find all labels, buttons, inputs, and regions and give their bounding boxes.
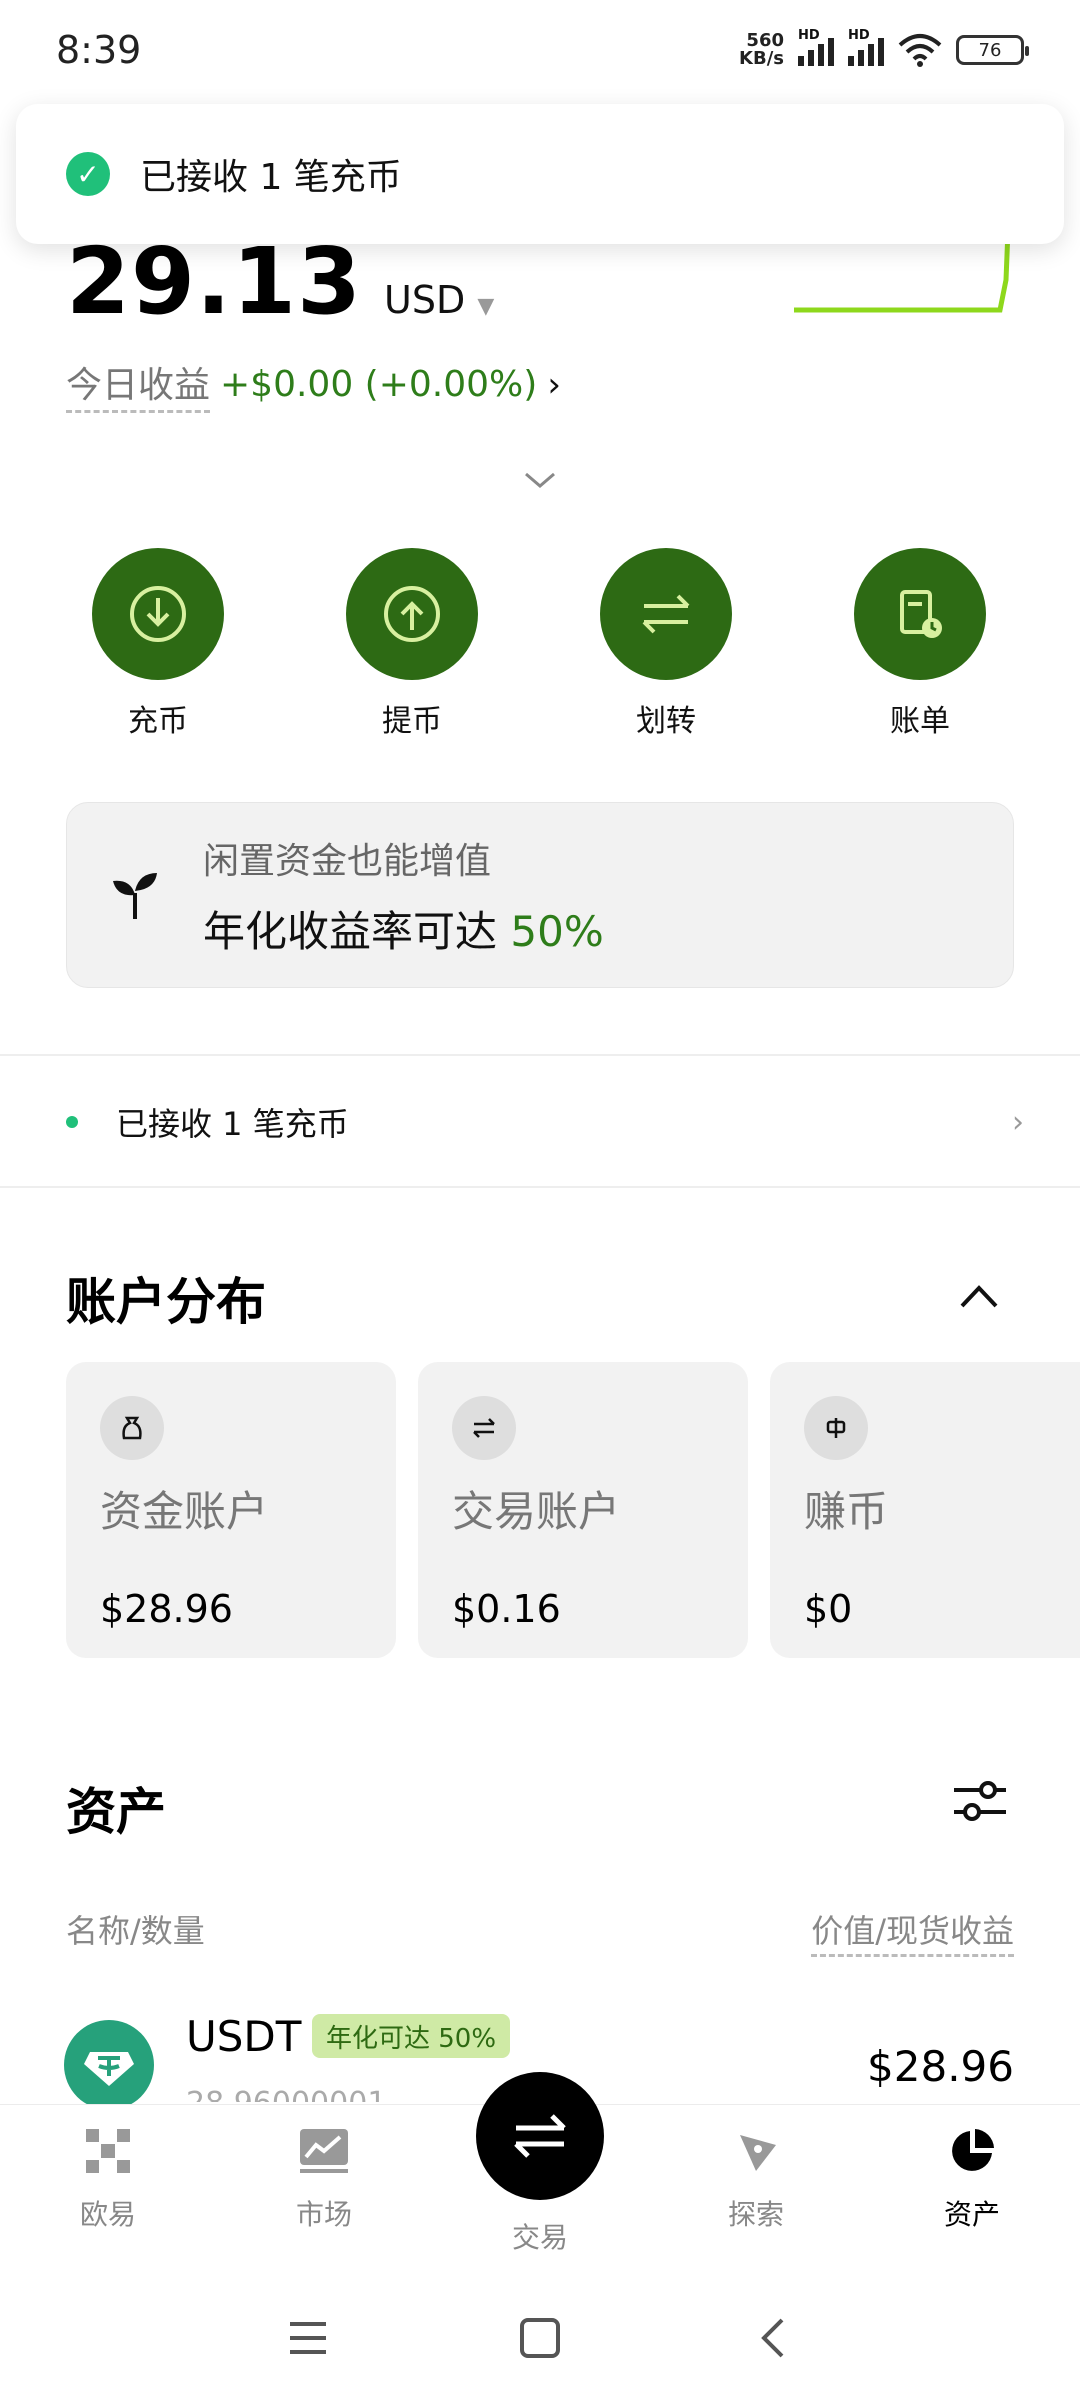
okx-logo-icon xyxy=(86,2129,130,2173)
withdraw-icon xyxy=(346,548,478,680)
wifi-icon xyxy=(898,34,942,67)
pie-chart-icon xyxy=(952,2129,994,2171)
deposit-button[interactable]: 充币 xyxy=(68,548,248,740)
expand-chevron-icon[interactable] xyxy=(522,468,558,492)
promo-line: 年化收益率可达 50% xyxy=(203,906,604,956)
asset-name[interactable]: USDT xyxy=(186,2012,301,2061)
compass-icon xyxy=(740,2135,776,2171)
nav-item-okx[interactable]: 欧易 xyxy=(38,2127,178,2233)
transfer-icon xyxy=(600,548,732,680)
back-icon[interactable] xyxy=(750,2314,798,2362)
deposit-notice-row[interactable]: 已接收 1 笔充币 › xyxy=(0,1056,1080,1188)
chevron-right-icon: › xyxy=(1012,1104,1024,1140)
account-distribution-title: 账户分布 xyxy=(66,1273,266,1331)
chevron-up-icon[interactable] xyxy=(958,1282,1000,1310)
bill-icon xyxy=(854,548,986,680)
status-dot xyxy=(66,1116,78,1128)
signal-icon: HD xyxy=(798,28,834,66)
swap-icon xyxy=(452,1396,516,1460)
trade-swap-icon xyxy=(514,2114,566,2158)
deposit-icon xyxy=(92,548,224,680)
nav-item-trade[interactable] xyxy=(476,2072,604,2200)
filter-sliders-icon[interactable] xyxy=(950,1776,1010,1826)
asset-quantity: 28.96000001 xyxy=(186,2086,386,2102)
account-card-trading[interactable]: 交易账户 $0.16 xyxy=(418,1362,748,1658)
wallet-icon xyxy=(100,1396,164,1460)
currency-selector[interactable]: USD ▼ xyxy=(384,278,494,322)
withdraw-button[interactable]: 提币 xyxy=(322,548,502,740)
check-circle-icon: ✓ xyxy=(66,152,110,196)
account-card-funding[interactable]: 资金账户 $28.96 xyxy=(66,1362,396,1658)
earn-promo-banner[interactable]: 闲置资金也能增值 年化收益率可达 50% xyxy=(66,802,1014,988)
caret-down-icon: ▼ xyxy=(477,294,495,319)
signal-icon-2: HD xyxy=(848,28,884,66)
menu-icon[interactable] xyxy=(284,2314,332,2362)
earn-icon xyxy=(804,1396,868,1460)
column-header-name-quantity: 名称/数量 xyxy=(66,1912,205,1950)
sprout-icon xyxy=(113,873,157,919)
today-earnings-label: 今日收益 xyxy=(66,356,211,413)
total-balance: 29.13 USD ▼ xyxy=(66,228,494,335)
nav-trade-label: 交易 xyxy=(511,2221,568,2254)
home-icon[interactable] xyxy=(516,2314,564,2362)
toast-text: 已接收 1 笔充币 xyxy=(140,157,402,198)
nav-item-market[interactable]: 市场 xyxy=(254,2127,394,2233)
today-earnings-value: +$0.00 (+0.00%) xyxy=(220,364,538,405)
today-earnings[interactable]: 今日收益 +$0.00 (+0.00%) › xyxy=(66,356,561,413)
notice-text: 已接收 1 笔充币 xyxy=(116,1105,349,1143)
system-navigation-bar xyxy=(0,2290,1080,2400)
usdt-logo-icon xyxy=(64,2020,154,2110)
status-time: 8:39 xyxy=(56,28,142,72)
promo-text: 闲置资金也能增值 年化收益率可达 50% xyxy=(203,832,604,959)
nav-item-explore[interactable]: 探索 xyxy=(686,2127,826,2233)
chevron-right-icon: › xyxy=(547,364,561,405)
toast-notification[interactable]: ✓ 已接收 1 笔充币 xyxy=(16,104,1064,244)
apy-badge[interactable]: 年化可达 50% xyxy=(312,2014,511,2058)
divider xyxy=(0,1186,1080,1188)
balance-value: 29.13 xyxy=(66,228,363,335)
status-bar: 8:39 560 KB/s HD HD 76 xyxy=(0,0,1080,100)
status-icons: 560 KB/s HD HD 76 xyxy=(739,28,1029,69)
market-chart-icon xyxy=(300,2129,348,2173)
promo-title: 闲置资金也能增值 xyxy=(203,840,492,882)
assets-title: 资产 xyxy=(66,1783,166,1841)
transfer-button[interactable]: 划转 xyxy=(576,548,756,740)
nav-item-assets[interactable]: 资产 xyxy=(902,2127,1042,2233)
column-header-value-pnl[interactable]: 价值/现货收益 xyxy=(811,1906,1014,1957)
asset-value: $28.96 xyxy=(867,2042,1014,2091)
battery-icon: 76 xyxy=(956,35,1029,65)
network-speed: 560 KB/s xyxy=(739,30,784,69)
bill-button[interactable]: 账单 xyxy=(830,548,1010,740)
account-card-earn[interactable]: 赚币 $0 xyxy=(770,1362,1080,1658)
